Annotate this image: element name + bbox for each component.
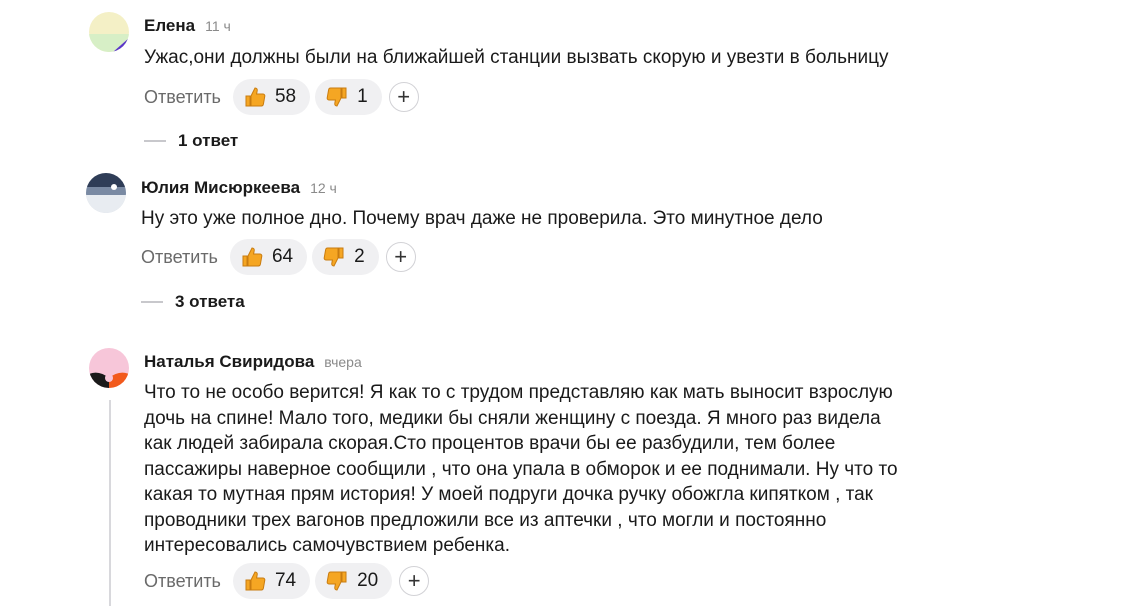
like-count: 64	[271, 246, 294, 267]
plus-icon: +	[394, 244, 408, 269]
like-button[interactable]: 74	[232, 563, 311, 599]
avatar[interactable]	[86, 173, 126, 213]
avatar[interactable]	[89, 348, 129, 388]
add-reaction-button[interactable]: +	[388, 82, 419, 112]
replies-count: 1 ответ	[178, 131, 239, 150]
replies-count: 3 ответа	[175, 292, 245, 311]
replies-divider	[141, 301, 163, 303]
dislike-button[interactable]: 1	[315, 79, 382, 115]
comment-text: Ну это уже полное дно. Почему врач даже …	[141, 208, 823, 229]
show-replies-button[interactable]: 1 ответ	[144, 131, 238, 151]
comment-text-line: какая то мутная прям история! У моей под…	[144, 484, 873, 505]
comment-time: 11 ч	[205, 18, 231, 34]
like-button[interactable]: 64	[229, 239, 308, 275]
thumbs-up-icon	[240, 245, 264, 269]
add-reaction-button[interactable]: +	[399, 566, 430, 596]
thumbs-down-icon	[325, 85, 349, 109]
thread-line	[109, 400, 111, 606]
thumbs-down-icon	[322, 245, 346, 269]
replies-divider	[144, 140, 166, 142]
thumbs-up-icon	[243, 85, 267, 109]
comment-text-line: Что то не особо верится! Я как то с труд…	[144, 382, 893, 403]
plus-icon: +	[407, 568, 421, 593]
comment-text-line: пассажиры наверное сообщили , что она уп…	[144, 458, 898, 480]
author-name[interactable]: Юлия Мисюркеева	[141, 178, 300, 198]
dislike-count: 20	[357, 570, 379, 591]
author-name[interactable]: Наталья Свиридова	[144, 352, 314, 372]
show-replies-button[interactable]: 3 ответа	[141, 292, 245, 312]
avatar[interactable]	[89, 12, 129, 52]
plus-icon: +	[397, 84, 411, 109]
comment-text-line: дочь на спине! Мало того, медики бы снял…	[144, 407, 881, 429]
comment-time: вчера	[324, 354, 362, 370]
dislike-button[interactable]: 20	[315, 563, 393, 599]
dislike-count: 1	[357, 86, 368, 107]
like-button[interactable]: 58	[232, 79, 311, 115]
add-reaction-button[interactable]: +	[385, 242, 416, 272]
comment-text-line: проводники трех вагонов предложили все и…	[144, 509, 827, 531]
comment-text: Что то не особо верится! Я как то с труд…	[144, 380, 944, 559]
like-count: 74	[274, 570, 297, 591]
dislike-count: 2	[354, 246, 365, 267]
comment-text-line: интересовались самочувствием ребенка.	[144, 535, 511, 556]
comment-text-line: как людей забирала скорая.Сто процентов …	[144, 433, 836, 454]
thumbs-down-icon	[325, 569, 349, 593]
reply-button[interactable]: Ответить	[141, 247, 218, 268]
comment-text: Ужас,они должны были на ближайшей станци…	[144, 47, 889, 68]
author-name[interactable]: Елена	[144, 16, 195, 36]
reply-button[interactable]: Ответить	[144, 87, 221, 108]
dislike-button[interactable]: 2	[312, 239, 379, 275]
comment-time: 12 ч	[310, 180, 337, 196]
like-count: 58	[274, 86, 297, 107]
reply-button[interactable]: Ответить	[144, 571, 221, 592]
thumbs-up-icon	[243, 569, 267, 593]
